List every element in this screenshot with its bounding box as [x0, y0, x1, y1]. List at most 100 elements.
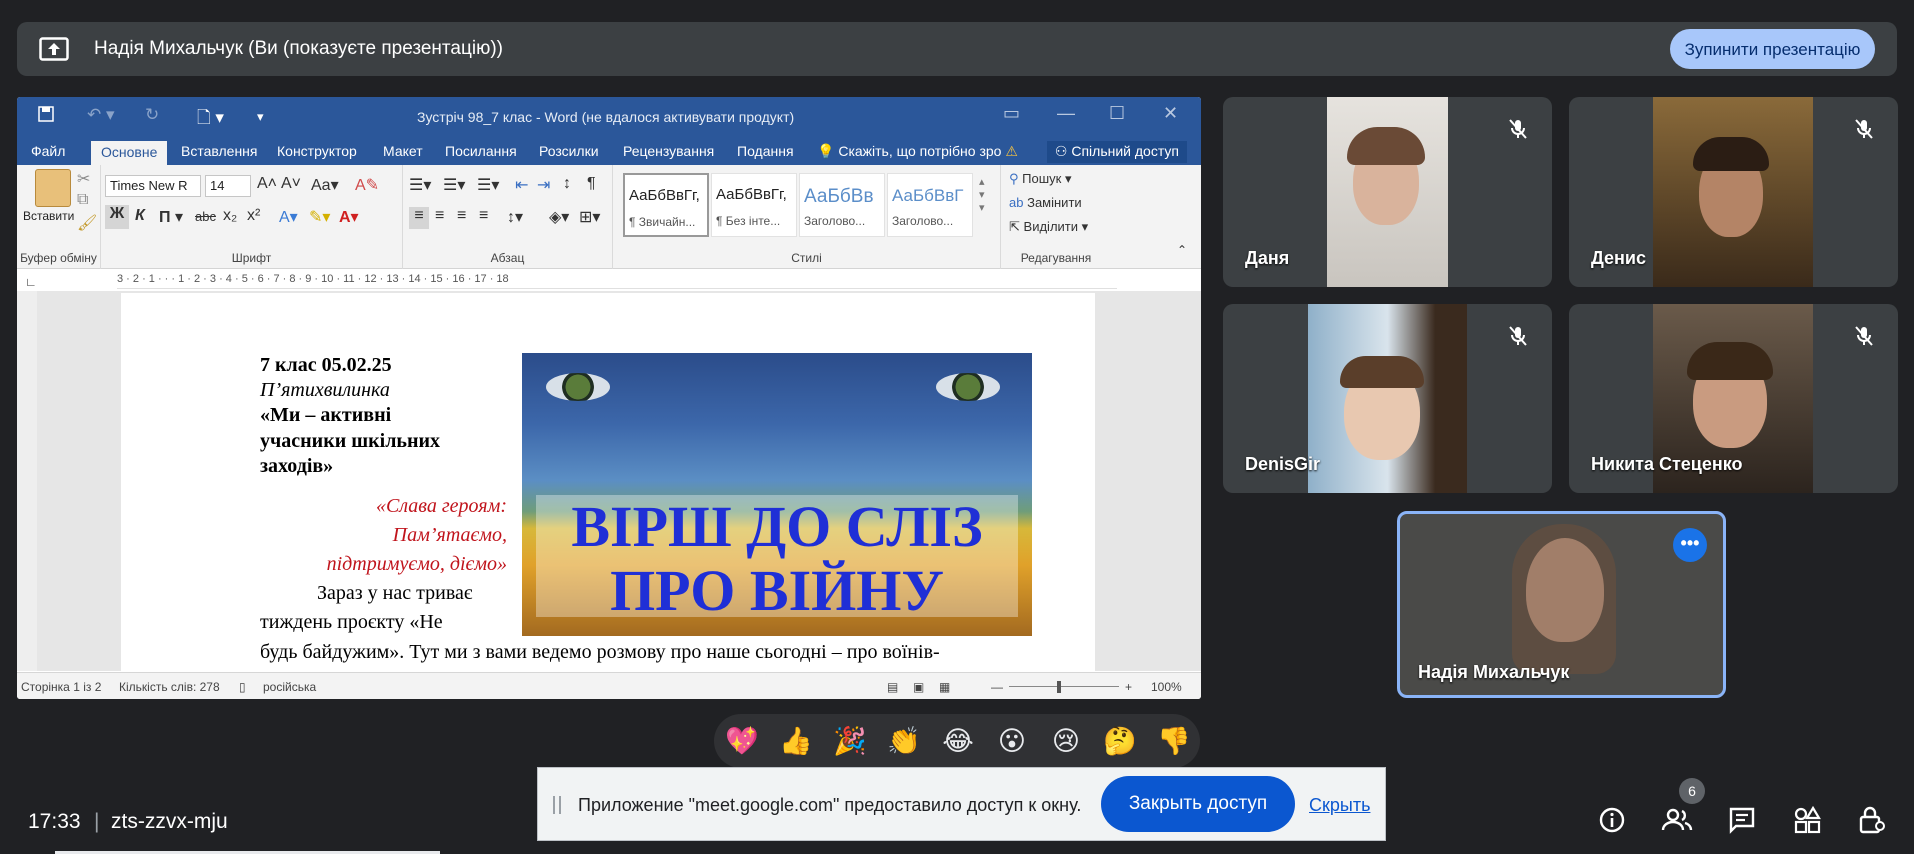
clear-formatting-icon[interactable]: A✎	[355, 175, 379, 195]
stop-sharing-button[interactable]: Закрыть доступ	[1101, 776, 1295, 832]
bold-icon[interactable]: Ж	[105, 205, 129, 229]
thumbs-up-reaction[interactable]: 👍	[778, 723, 814, 759]
style-normal[interactable]: АаБбВвГг, ¶ Звичайн...	[623, 173, 709, 237]
multilevel-list-icon[interactable]: ☰▾	[477, 175, 499, 195]
print-layout-icon[interactable]: ▣	[913, 680, 924, 694]
more-options-icon[interactable]: •••	[1673, 528, 1707, 562]
grow-font-icon[interactable]: A˄	[257, 175, 277, 193]
tab-layout[interactable]: Макет	[383, 143, 423, 159]
clapping-reaction[interactable]: 👏	[886, 723, 922, 759]
meeting-code[interactable]: zts-zzvx-mju	[111, 810, 228, 834]
chat-button[interactable]	[1720, 800, 1764, 844]
increase-indent-icon[interactable]: ⇥	[537, 175, 550, 195]
word-count[interactable]: Кількість слів: 278	[119, 680, 220, 694]
page-count[interactable]: Сторінка 1 із 2	[21, 680, 101, 694]
justify-icon[interactable]: ≡	[479, 207, 488, 225]
change-case-icon[interactable]: Aa▾	[311, 175, 339, 195]
underline-icon[interactable]: П ▾	[159, 207, 183, 227]
paste-button[interactable]: Вставити	[23, 209, 74, 223]
shrink-font-icon[interactable]: A˅	[281, 175, 301, 193]
tell-me-search[interactable]: 💡 Скажіть, що потрібно зро ⚠	[817, 143, 1018, 160]
zoom-slider-thumb[interactable]	[1057, 681, 1061, 693]
font-color-icon[interactable]: A▾	[339, 207, 359, 227]
thumbs-down-reaction[interactable]: 👎	[1156, 723, 1192, 759]
tab-review[interactable]: Рецензування	[623, 143, 714, 159]
meeting-details-button[interactable]	[1590, 800, 1634, 844]
undo-icon[interactable]: ↶ ▾	[87, 105, 115, 125]
self-view-tile[interactable]: ••• Надія Михальчук	[1397, 511, 1726, 698]
language[interactable]: російська	[263, 680, 316, 694]
find-button[interactable]: ⚲ Пошук ▾	[1009, 171, 1072, 187]
paste-icon[interactable]	[35, 169, 71, 207]
align-right-icon[interactable]: ≡	[457, 207, 466, 225]
select-button[interactable]: ⇱ Виділити ▾	[1009, 219, 1088, 235]
superscript-icon[interactable]: x²	[247, 207, 260, 225]
text-effects-icon[interactable]: A▾	[279, 207, 298, 227]
highlight-icon[interactable]: ✎▾	[309, 207, 330, 227]
show-marks-icon[interactable]: ¶	[587, 175, 596, 193]
proofing-icon[interactable]: ▯	[239, 680, 246, 694]
surprised-reaction[interactable]: 😮	[994, 723, 1030, 759]
style-heading-2[interactable]: АаБбВвГ Заголово...	[887, 173, 973, 237]
participant-tile[interactable]: Денис	[1569, 97, 1898, 287]
participant-tile[interactable]: Никита Стеценко	[1569, 304, 1898, 493]
read-mode-icon[interactable]: ▤	[887, 680, 898, 694]
bullets-icon[interactable]: ☰▾	[409, 175, 431, 195]
style-no-spacing[interactable]: АаБбВвГг, ¶ Без інте...	[711, 173, 797, 237]
participant-tile[interactable]: Даня	[1223, 97, 1552, 287]
font-size-select[interactable]: 14	[205, 175, 251, 197]
poster-image[interactable]: ВІРШ ДО СЛІЗ ПРО ВІЙНУ	[522, 353, 1032, 636]
zoom-slider[interactable]	[1009, 686, 1119, 687]
tab-stop-selector[interactable]: ∟	[25, 275, 37, 289]
joy-reaction[interactable]: 😂	[940, 723, 976, 759]
align-left-icon[interactable]: ≡	[409, 207, 429, 229]
activities-button[interactable]	[1785, 800, 1829, 844]
copy-icon[interactable]: ⧉	[77, 191, 88, 209]
redo-icon[interactable]: ↻	[145, 105, 159, 125]
participant-tile[interactable]: DenisGir	[1223, 304, 1552, 493]
style-heading-1[interactable]: АаБбВв Заголово...	[799, 173, 885, 237]
share-button[interactable]: ⚇ Спільний доступ	[1046, 141, 1187, 163]
tab-view[interactable]: Подання	[737, 143, 794, 159]
subscript-icon[interactable]: x₂	[223, 207, 237, 225]
thinking-reaction[interactable]: 🤔	[1102, 723, 1138, 759]
decrease-indent-icon[interactable]: ⇤	[515, 175, 528, 195]
borders-icon[interactable]: ⊞▾	[579, 207, 600, 227]
maximize-icon[interactable]: ☐	[1109, 103, 1125, 124]
styles-scroll-icon[interactable]: ▴ ▾ ▾	[979, 175, 985, 214]
numbering-icon[interactable]: ☰▾	[443, 175, 465, 195]
align-center-icon[interactable]: ≡	[435, 207, 444, 225]
ribbon-display-icon[interactable]: ▭	[1003, 103, 1020, 124]
format-painter-icon[interactable]: 🖌	[77, 213, 97, 233]
host-controls-button[interactable]	[1850, 800, 1894, 844]
tab-references[interactable]: Посилання	[445, 143, 517, 159]
line-spacing-icon[interactable]: ↕▾	[507, 207, 523, 227]
font-name-select[interactable]: Times New R	[105, 175, 201, 197]
crying-reaction[interactable]: 😢	[1048, 723, 1084, 759]
customize-quick-access-icon[interactable]: ▾	[257, 109, 264, 125]
tab-file[interactable]: Файл	[31, 143, 65, 159]
collapse-ribbon-icon[interactable]: ⌃	[1177, 243, 1187, 257]
sort-icon[interactable]: ↕	[563, 175, 571, 193]
cut-icon[interactable]: ✂	[77, 169, 90, 189]
italic-icon[interactable]: К	[135, 207, 145, 225]
zoom-out-icon[interactable]: —	[991, 680, 1003, 694]
sparkling-heart-reaction[interactable]: 💖	[724, 723, 760, 759]
zoom-in-icon[interactable]: +	[1125, 680, 1132, 694]
tab-design[interactable]: Конструктор	[277, 143, 357, 159]
minimize-icon[interactable]: —	[1057, 103, 1075, 124]
close-window-icon[interactable]: ✕	[1163, 103, 1178, 124]
shading-icon[interactable]: ◈▾	[549, 207, 569, 227]
hide-notice-link[interactable]: Скрыть	[1309, 795, 1370, 816]
save-icon[interactable]	[37, 105, 55, 128]
stop-presenting-button[interactable]: Зупинити презентацію	[1670, 29, 1875, 69]
drag-handle-icon[interactable]	[553, 796, 561, 814]
party-popper-reaction[interactable]: 🎉	[832, 723, 868, 759]
new-document-icon[interactable]: 🗋 ▾	[197, 105, 224, 134]
strikethrough-icon[interactable]: abc	[195, 209, 216, 224]
tab-mailings[interactable]: Розсилки	[539, 143, 599, 159]
people-button[interactable]	[1655, 800, 1699, 844]
replace-button[interactable]: ab Замінити	[1009, 195, 1082, 210]
web-layout-icon[interactable]: ▦	[939, 680, 950, 694]
tab-insert[interactable]: Вставлення	[181, 143, 258, 159]
